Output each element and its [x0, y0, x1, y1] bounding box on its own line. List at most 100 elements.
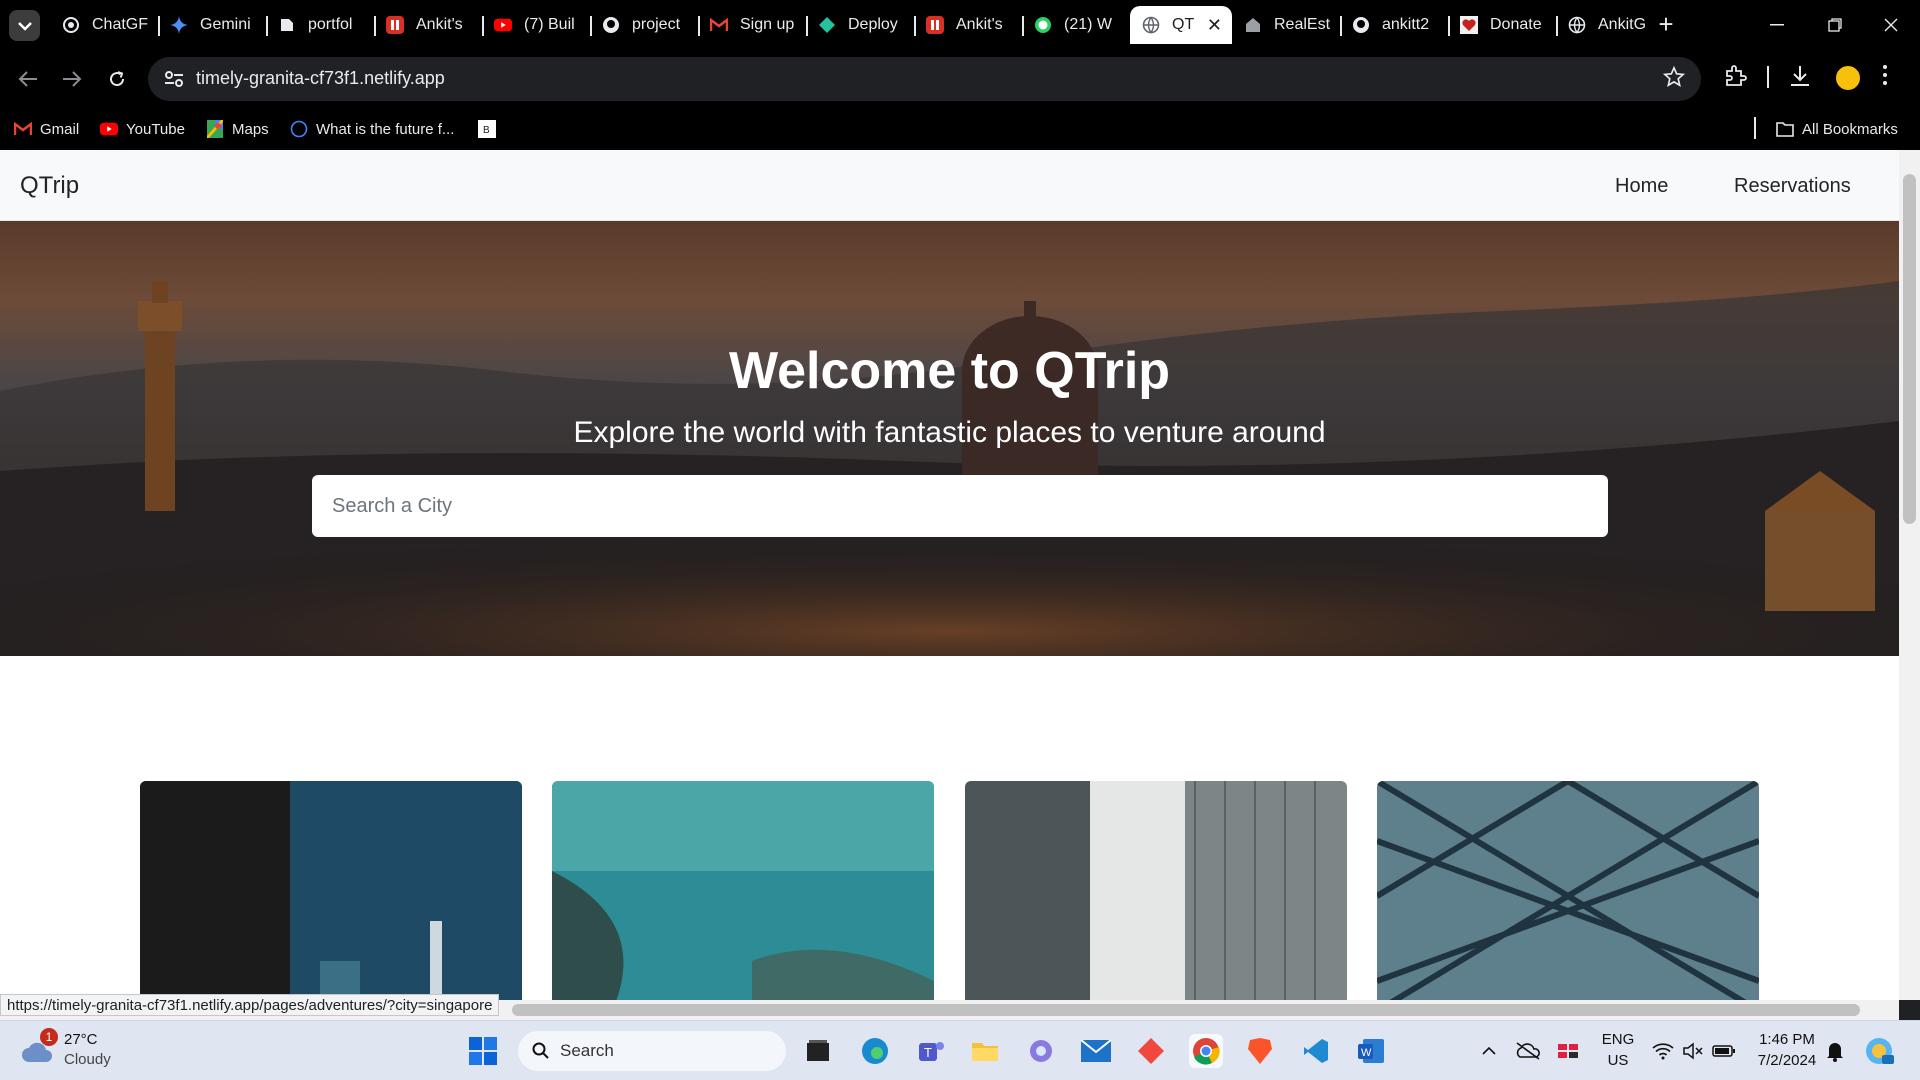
close-window-button[interactable]	[1862, 0, 1920, 50]
vertical-scroll-thumb[interactable]	[1903, 174, 1916, 524]
minimize-button[interactable]	[1748, 0, 1806, 50]
circle-icon	[290, 120, 308, 138]
nav-reservations-link[interactable]: Reservations	[1734, 175, 1851, 198]
all-bookmarks-button[interactable]: All Bookmarks	[1776, 118, 1898, 140]
wifi-icon[interactable]	[1646, 1034, 1680, 1068]
tab-close-icon[interactable]: ✕	[1207, 15, 1222, 36]
city-card[interactable]	[140, 781, 522, 1000]
volume-muted-icon[interactable]	[1676, 1034, 1710, 1068]
tray-chevron-up-icon[interactable]	[1472, 1034, 1506, 1068]
teams-icon[interactable]: T	[914, 1034, 948, 1068]
lang-indicator-line2[interactable]: US	[1600, 1052, 1636, 1069]
bookmark-maps[interactable]: Maps	[206, 118, 269, 140]
clock-date[interactable]: 7/2/2024	[1752, 1052, 1822, 1069]
search-icon	[532, 1042, 549, 1059]
red-logo-icon	[926, 16, 944, 34]
clock-time[interactable]: 1:46 PM	[1752, 1031, 1822, 1048]
tab-label: ChatGF	[92, 16, 148, 33]
reload-button[interactable]	[102, 64, 132, 94]
gmail-icon	[14, 120, 32, 138]
copilot-icon[interactable]	[1024, 1034, 1058, 1068]
browser-tab[interactable]: (7) Buil	[482, 6, 590, 44]
vscode-icon[interactable]	[1299, 1034, 1333, 1068]
city-card[interactable]	[1377, 781, 1759, 1000]
file-explorer-icon[interactable]	[968, 1034, 1002, 1068]
browser-tab[interactable]: Donate	[1448, 6, 1556, 44]
city-cards-grid	[0, 781, 1899, 1000]
task-view-icon[interactable]	[801, 1034, 835, 1068]
browser-tab[interactable]: Sign up	[698, 6, 806, 44]
bookmark-star-icon[interactable]	[1662, 65, 1686, 94]
tab-search-button[interactable]	[9, 10, 40, 41]
toolbar-divider	[1767, 66, 1769, 88]
browser-tab[interactable]: QT ✕	[1130, 6, 1232, 44]
realestate-icon	[1244, 16, 1262, 34]
menu-kebab-icon[interactable]	[1882, 64, 1888, 91]
nav-home-link[interactable]: Home	[1615, 175, 1668, 198]
bookmark-future[interactable]: What is the future f...	[290, 118, 454, 140]
city-card-image	[965, 781, 1347, 1000]
taskbar-search-label: Search	[560, 1041, 614, 1060]
tab-label: (7) Buil	[524, 16, 575, 33]
bookmark-label: YouTube	[126, 120, 185, 138]
start-button[interactable]	[466, 1034, 500, 1068]
extensions-icon[interactable]	[1723, 64, 1747, 93]
copilot-tray-icon[interactable]	[1862, 1034, 1896, 1068]
profile-avatar[interactable]	[1836, 66, 1860, 90]
weather-temp: 27°C	[64, 1031, 98, 1048]
browser-tab[interactable]: (21) W	[1022, 6, 1130, 44]
url-text[interactable]: timely-granita-cf73f1.netlify.app	[196, 68, 445, 89]
lang-indicator-line1[interactable]: ENG	[1600, 1031, 1636, 1048]
new-tab-button[interactable]: +	[1651, 10, 1681, 40]
browser-tab[interactable]: Ankit's	[914, 6, 1022, 44]
site-navbar: QTrip Home Reservations	[0, 150, 1899, 221]
browser-tab[interactable]: project	[590, 6, 698, 44]
download-icon[interactable]	[1789, 64, 1811, 93]
onedrive-icon[interactable]	[1511, 1034, 1545, 1068]
chrome-icon[interactable]	[1189, 1034, 1223, 1068]
bookmark-youtube[interactable]: YouTube	[100, 118, 185, 140]
diamond-app-icon[interactable]	[1134, 1034, 1168, 1068]
mail-icon[interactable]	[1079, 1034, 1113, 1068]
browser-tab[interactable]: ChatGF	[50, 6, 158, 44]
battery-icon[interactable]	[1707, 1034, 1741, 1068]
horizontal-scroll-thumb[interactable]	[512, 1004, 1860, 1016]
close-icon	[1884, 18, 1898, 32]
browser-tab[interactable]: Gemini	[158, 6, 266, 44]
city-card[interactable]	[965, 781, 1347, 1000]
tab-list: ChatGF Gemini portfol Ankit's (7) Buil projec…	[50, 6, 1664, 50]
browser-tab[interactable]: portfol	[266, 6, 374, 44]
tab-label: Gemini	[200, 16, 251, 33]
gmail-icon	[710, 16, 728, 34]
browser-tab[interactable]: Ankit's	[374, 6, 482, 44]
city-search-input[interactable]	[312, 475, 1608, 537]
minimize-icon	[1770, 24, 1784, 26]
edge-icon[interactable]	[858, 1034, 892, 1068]
city-card[interactable]	[552, 781, 934, 1000]
address-bar[interactable]: timely-granita-cf73f1.netlify.app	[148, 57, 1701, 101]
tray-app-icon[interactable]	[1551, 1034, 1585, 1068]
arrow-right-icon	[63, 71, 82, 87]
restore-button[interactable]	[1806, 0, 1864, 50]
browser-tab[interactable]: RealEst	[1232, 6, 1340, 44]
bookmark-gmail[interactable]: Gmail	[14, 118, 79, 140]
forward-button[interactable]	[57, 64, 87, 94]
tab-label: portfol	[308, 16, 353, 33]
hero-subtitle: Explore the world with fantastic places …	[573, 416, 1326, 449]
site-info-icon[interactable]	[162, 67, 186, 91]
bookmarks-bar: Gmail YouTube Maps What is the future f.…	[0, 108, 1920, 150]
brave-icon[interactable]	[1243, 1034, 1277, 1068]
weather-badge: 1	[40, 1028, 58, 1046]
site-brand[interactable]: QTrip	[20, 172, 79, 200]
notification-bell-icon[interactable]	[1818, 1034, 1852, 1068]
arrow-left-icon	[18, 71, 37, 87]
bookmark-b[interactable]: B	[478, 118, 504, 140]
b-icon: B	[478, 120, 496, 138]
browser-tab[interactable]: Deploy	[806, 6, 914, 44]
word-icon[interactable]: W	[1354, 1034, 1388, 1068]
back-button[interactable]	[13, 64, 43, 94]
tab-label: Sign up	[740, 16, 795, 33]
browser-tab[interactable]: ankitt2	[1340, 6, 1448, 44]
taskbar-search-box[interactable]: Search	[518, 1031, 786, 1071]
browser-tab[interactable]: AnkitG	[1556, 6, 1664, 44]
